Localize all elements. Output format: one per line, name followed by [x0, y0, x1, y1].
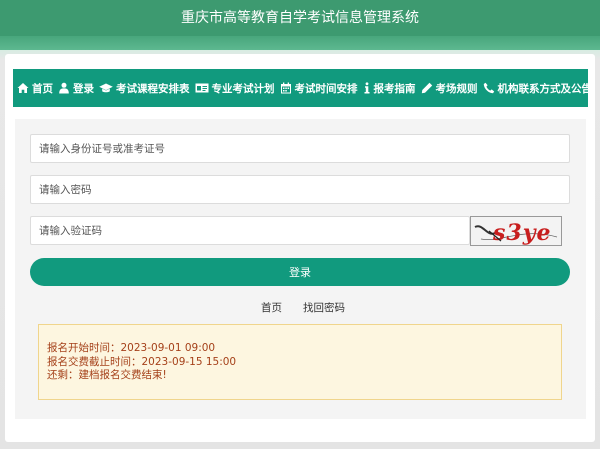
- nav-item-rules[interactable]: 考场规则: [421, 81, 478, 96]
- captcha-graphic: s3ye: [471, 217, 561, 246]
- nav-item-label: 专业考试计划: [211, 82, 275, 95]
- nav-bar: 首页 登录 考试课程安排表 专业考试计划 考试时间安排 报考指南 考场规则 机构…: [13, 69, 588, 107]
- login-form: s3ye 登录 首页 找回密码 报名开始时间：2023-09-01 09:00 …: [15, 119, 586, 419]
- nav-item-exam-time[interactable]: 考试时间安排: [280, 81, 358, 96]
- captcha-input[interactable]: [30, 216, 470, 245]
- nav-item-label: 考试时间安排: [294, 82, 358, 95]
- nav-item-major-plan[interactable]: 专业考试计划: [195, 81, 275, 96]
- nav-item-label: 考场规则: [435, 82, 478, 95]
- password-input[interactable]: [30, 175, 570, 204]
- id-card-icon: [195, 83, 208, 93]
- id-number-input[interactable]: [30, 134, 570, 163]
- home-link[interactable]: 首页: [261, 300, 282, 315]
- nav-item-course-schedule[interactable]: 考试课程安排表: [99, 81, 190, 96]
- page-title: 重庆市高等教育自学考试信息管理系统: [181, 10, 419, 26]
- pencil-icon: [421, 82, 432, 94]
- nav-item-login[interactable]: 登录: [58, 81, 94, 96]
- nav-item-label: 报考指南: [373, 82, 416, 95]
- recover-password-link[interactable]: 找回密码: [303, 300, 345, 315]
- header-shade: [0, 36, 600, 50]
- captcha-image[interactable]: s3ye: [470, 216, 562, 246]
- registration-notice: 报名开始时间：2023-09-01 09:00 报名交费截止时间：2023-09…: [38, 324, 562, 400]
- login-button[interactable]: 登录: [30, 258, 570, 286]
- main-panel: 首页 登录 考试课程安排表 专业考试计划 考试时间安排 报考指南 考场规则 机构…: [5, 54, 595, 442]
- registration-start-time: 报名开始时间：2023-09-01 09:00: [47, 342, 216, 354]
- nav-item-label: 登录: [73, 82, 94, 95]
- captcha-text: s3ye: [492, 220, 551, 246]
- nav-item-contact[interactable]: 机构联系方式及公告: [483, 81, 589, 96]
- info-icon: [364, 82, 369, 94]
- phone-icon: [483, 82, 494, 94]
- remaining-time: 还剩：建档报名交费结束!: [47, 369, 167, 381]
- home-icon: [17, 83, 29, 93]
- nav-item-home[interactable]: 首页: [17, 81, 53, 96]
- calendar-icon: [280, 82, 291, 94]
- nav-item-label: 机构联系方式及公告: [497, 82, 589, 95]
- nav-item-label: 首页: [32, 82, 53, 95]
- user-icon: [59, 82, 69, 94]
- graduation-cap-icon: [99, 83, 113, 93]
- payment-deadline: 报名交费截止时间：2023-09-15 15:00: [47, 355, 237, 368]
- nav-item-label: 考试课程安排表: [116, 82, 190, 95]
- nav-item-guide[interactable]: 报考指南: [363, 81, 416, 96]
